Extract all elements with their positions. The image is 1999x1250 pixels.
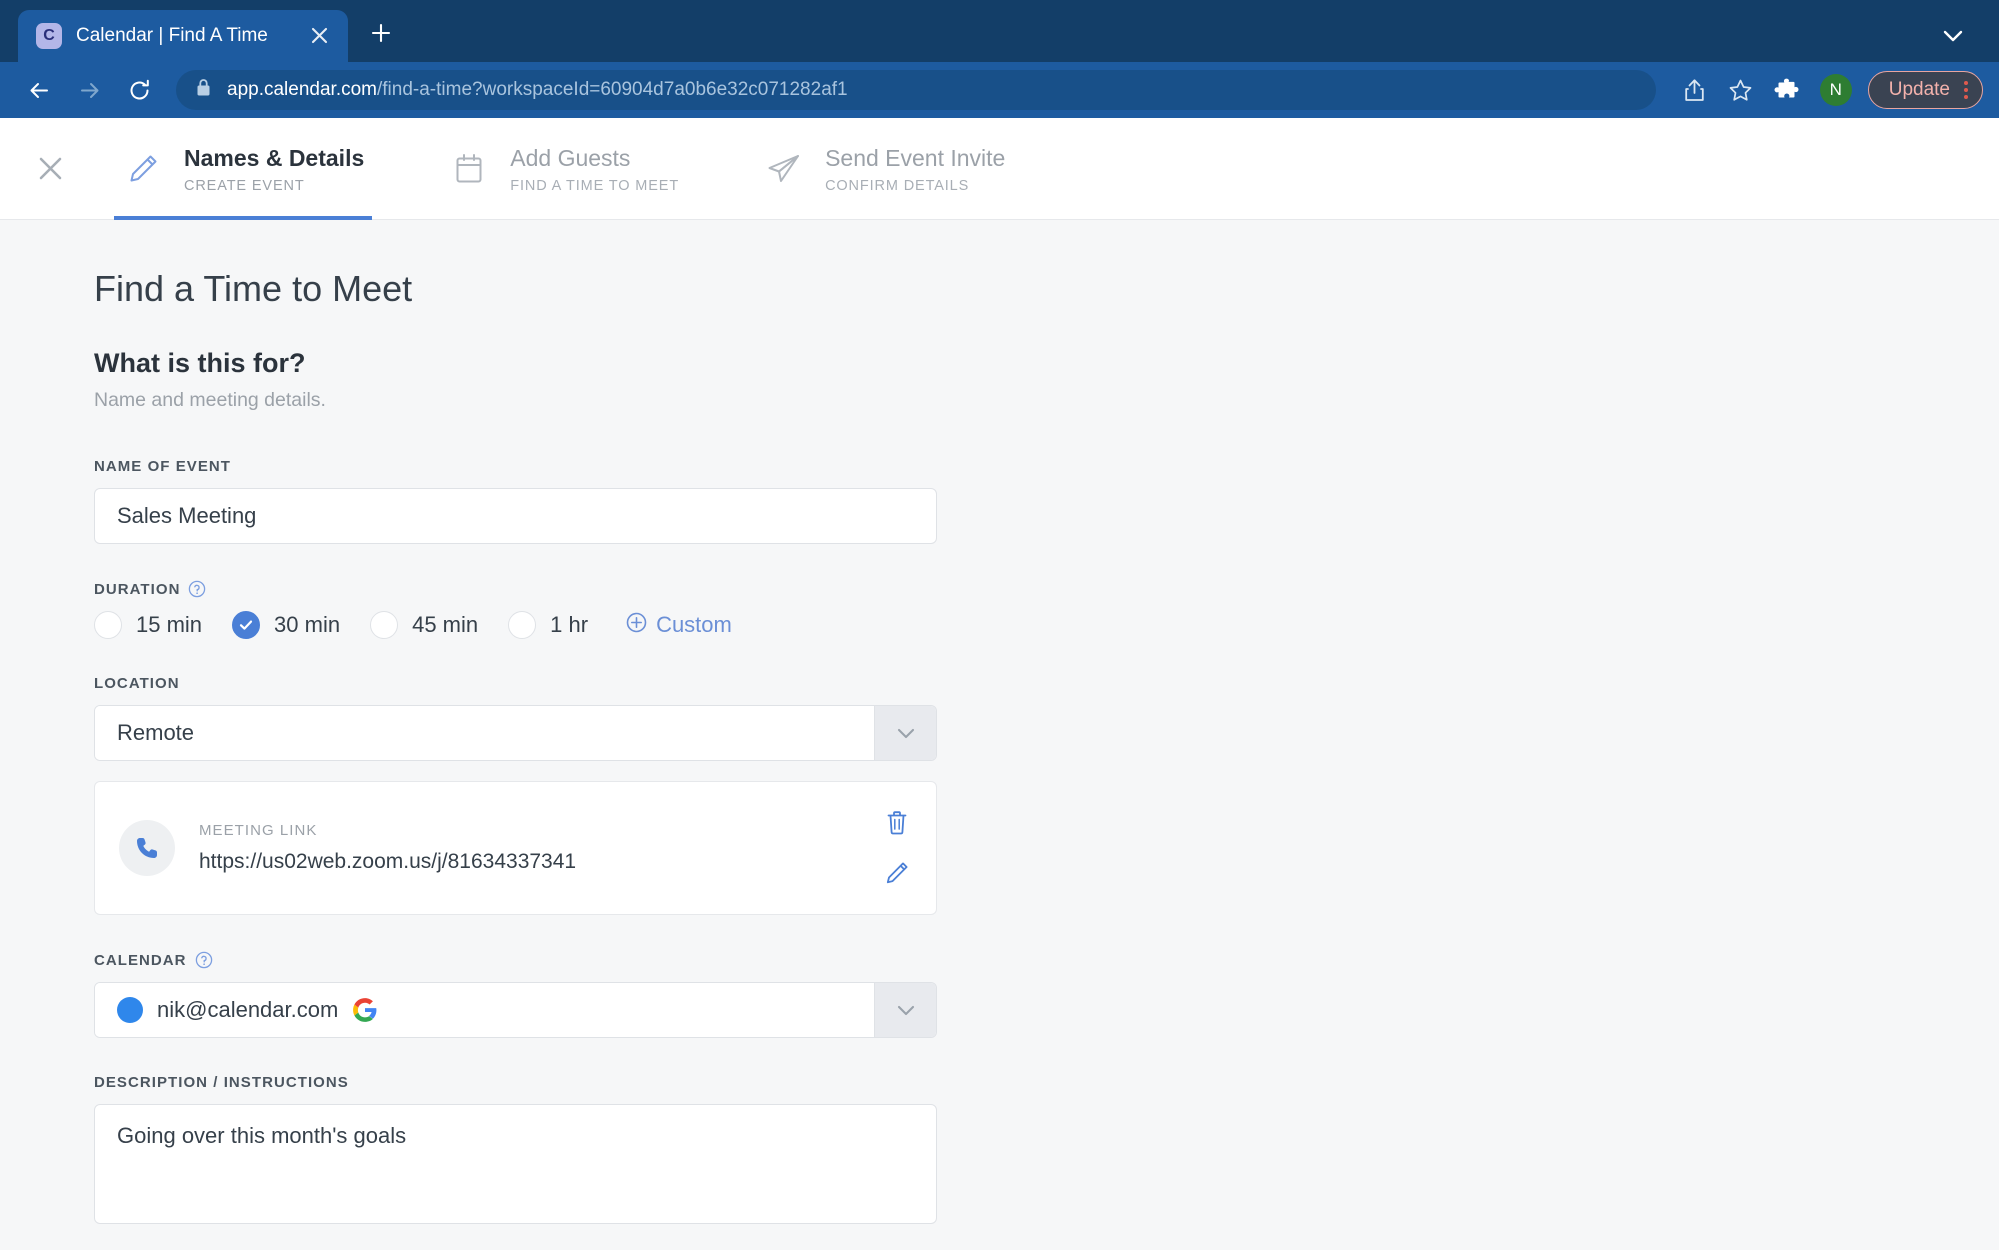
- update-button[interactable]: Update: [1867, 71, 1983, 109]
- app-content: Names & Details CREATE EVENT Add Guests …: [0, 118, 1999, 1250]
- meeting-link-url: https://us02web.zoom.us/j/81634337341: [199, 850, 577, 873]
- duration-option-label: 30 min: [274, 612, 341, 637]
- url-path: /find-a-time?workspaceId=60904d7a0b6e32c…: [377, 79, 848, 100]
- calendar-color-dot: [117, 997, 143, 1023]
- duration-option-45min[interactable]: 45 min: [370, 611, 478, 639]
- calendar-select-value: nik@calendar.com: [95, 983, 874, 1037]
- forward-arrow-icon[interactable]: [66, 67, 112, 113]
- step-send-event-invite[interactable]: Send Event Invite CONFIRM DETAILS: [755, 118, 1035, 220]
- description-label: DESCRIPTION / INSTRUCTIONS: [94, 1074, 1999, 1091]
- back-arrow-icon[interactable]: [16, 67, 62, 113]
- address-bar[interactable]: app.calendar.com/find-a-time?workspaceId…: [176, 70, 1656, 110]
- share-icon[interactable]: [1674, 69, 1716, 111]
- puzzle-icon[interactable]: [1766, 69, 1808, 111]
- radio-circle-checked: [232, 611, 261, 639]
- description-value: Going over this month's goals: [117, 1123, 407, 1148]
- duration-radio-group: 15 min 30 min 45 min 1 hr Custom: [94, 611, 1999, 639]
- meeting-link-actions: [880, 806, 914, 890]
- step-title: Add Guests: [510, 145, 631, 171]
- duration-option-30min[interactable]: 30 min: [232, 611, 340, 639]
- kebab-menu-icon[interactable]: [1964, 81, 1968, 99]
- duration-option-15min[interactable]: 15 min: [94, 611, 202, 639]
- duration-option-label: 45 min: [412, 612, 479, 637]
- step-subtitle: CREATE EVENT: [184, 178, 305, 194]
- pencil-icon: [122, 152, 164, 186]
- calendar-chevron-down-icon[interactable]: [874, 983, 936, 1037]
- meeting-link-label: MEETING LINK: [199, 822, 318, 839]
- name-of-event-input[interactable]: Sales Meeting: [94, 488, 937, 544]
- name-of-event-label: NAME OF EVENT: [94, 458, 1999, 475]
- calendar-label: CALENDAR: [94, 951, 1999, 969]
- section-heading: What is this for?: [94, 348, 306, 378]
- radio-circle: [370, 611, 399, 639]
- name-of-event-value: Sales Meeting: [117, 503, 257, 528]
- step-add-guests[interactable]: Add Guests FIND A TIME TO MEET: [440, 118, 709, 220]
- location-value-text: Remote: [117, 720, 195, 745]
- step-names-and-details[interactable]: Names & Details CREATE EVENT: [114, 118, 394, 220]
- url-domain: app.calendar.com: [227, 79, 377, 100]
- section-subtitle: Name and meeting details.: [94, 389, 326, 411]
- tab-close-icon[interactable]: [304, 25, 334, 48]
- custom-duration-button[interactable]: Custom: [626, 612, 732, 639]
- meeting-link-texts: MEETING LINK https://us02web.zoom.us/j/8…: [199, 822, 856, 874]
- phone-icon: [119, 820, 175, 876]
- duration-option-label: 1 hr: [550, 612, 589, 637]
- browser-toolbar: app.calendar.com/find-a-time?workspaceId…: [0, 62, 1999, 118]
- trash-icon[interactable]: [880, 806, 914, 840]
- calendar-select[interactable]: nik@calendar.com: [94, 982, 937, 1038]
- description-textarea[interactable]: Going over this month's goals: [94, 1104, 937, 1224]
- location-label: LOCATION: [94, 675, 1999, 692]
- step-navigation: Names & Details CREATE EVENT Add Guests …: [0, 118, 1999, 220]
- step-text-group: Names & Details CREATE EVENT: [184, 143, 364, 194]
- paper-plane-icon: [763, 152, 805, 186]
- radio-circle: [508, 611, 537, 639]
- tab-list-chevron-down-icon[interactable]: [1943, 30, 1963, 48]
- google-g-icon: [352, 997, 378, 1023]
- step-subtitle: CONFIRM DETAILS: [825, 178, 970, 194]
- star-icon[interactable]: [1720, 69, 1762, 111]
- check-icon: [239, 620, 253, 630]
- profile-avatar[interactable]: N: [1819, 74, 1852, 106]
- calendar-label-text: CALENDAR: [94, 951, 187, 969]
- browser-tab[interactable]: C Calendar | Find A Time: [18, 10, 348, 62]
- address-bar-text: app.calendar.com/find-a-time?workspaceId…: [227, 79, 848, 101]
- step-title: Send Event Invite: [825, 145, 1006, 171]
- location-label-text: LOCATION: [94, 675, 180, 692]
- reload-icon[interactable]: [116, 67, 162, 113]
- step-subtitle: FIND A TIME TO MEET: [510, 178, 680, 194]
- duration-option-1hr[interactable]: 1 hr: [508, 611, 588, 639]
- description-label-text: DESCRIPTION / INSTRUCTIONS: [94, 1074, 349, 1091]
- name-of-event-label-text: NAME OF EVENT: [94, 458, 231, 475]
- pencil-icon[interactable]: [880, 856, 914, 890]
- location-select[interactable]: Remote: [94, 705, 937, 761]
- location-chevron-down-icon[interactable]: [874, 706, 936, 760]
- meeting-link-card: MEETING LINK https://us02web.zoom.us/j/8…: [94, 781, 937, 915]
- lock-icon: [196, 78, 211, 102]
- location-select-value: Remote: [95, 706, 874, 760]
- tab-title: Calendar | Find A Time: [76, 25, 268, 46]
- radio-circle: [94, 611, 122, 639]
- tab-favicon: C: [36, 23, 62, 49]
- duration-label-text: DURATION: [94, 580, 181, 598]
- step-title: Names & Details: [184, 145, 365, 171]
- calendar-account-email: nik@calendar.com: [157, 997, 339, 1022]
- calendar-icon: [448, 152, 490, 186]
- tab-strip: C Calendar | Find A Time: [0, 0, 1999, 62]
- main-form: Find a Time to Meet What is this for? Na…: [0, 220, 1999, 1250]
- step-text-group: Send Event Invite CONFIRM DETAILS: [825, 143, 1005, 194]
- page-title: Find a Time to Meet: [94, 268, 413, 309]
- duration-label: DURATION: [94, 580, 1999, 598]
- update-label: Update: [1888, 79, 1950, 100]
- plus-circle-icon: [626, 612, 647, 639]
- close-icon[interactable]: [22, 141, 78, 197]
- step-text-group: Add Guests FIND A TIME TO MEET: [510, 143, 679, 194]
- help-circle-icon[interactable]: [195, 951, 213, 969]
- new-tab-button[interactable]: [370, 20, 392, 50]
- duration-option-label: 15 min: [136, 612, 203, 637]
- custom-duration-label: Custom: [656, 612, 732, 637]
- browser-window: C Calendar | Find A Time app.calendar.co…: [0, 0, 1999, 1250]
- help-circle-icon[interactable]: [188, 580, 206, 598]
